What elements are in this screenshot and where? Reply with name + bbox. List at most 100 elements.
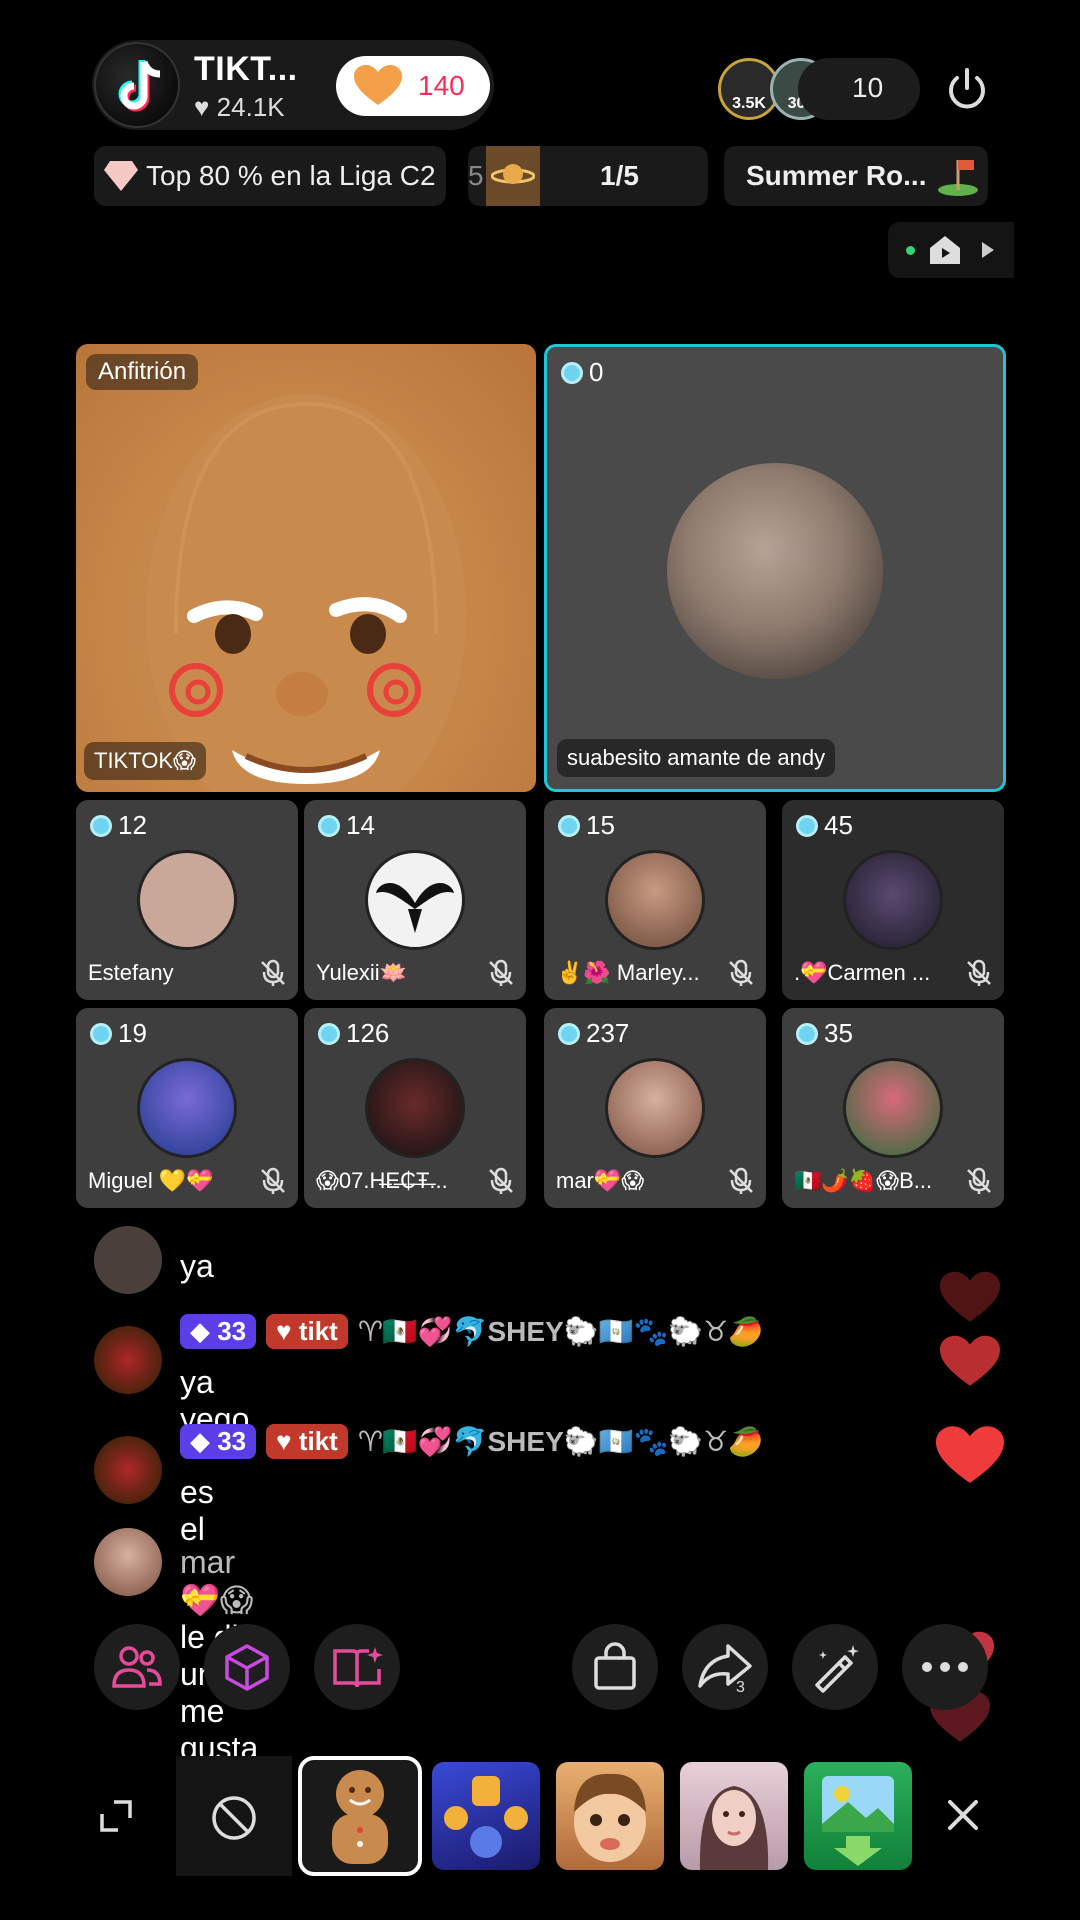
guest-score: 45 (824, 810, 853, 840)
mic-muted-icon (261, 1167, 285, 1194)
more-button[interactable] (902, 1624, 988, 1710)
diamond-icon (104, 161, 138, 191)
no-effect-icon (212, 1796, 256, 1840)
guest-avatar (137, 1058, 237, 1158)
fan-badge: ♥ tikt (266, 1314, 348, 1349)
guest-name: Yulexii🪷 (316, 960, 407, 985)
guest-score: 126 (346, 1018, 390, 1048)
like-event-user[interactable]: mar💝😱 (180, 1544, 253, 1618)
mic-muted-icon (489, 959, 513, 986)
effect-download[interactable] (804, 1762, 912, 1870)
no-effect-slot[interactable] (176, 1756, 292, 1876)
power-icon[interactable] (942, 64, 992, 114)
guest-main-score: 0 (589, 357, 604, 387)
mic-muted-icon (729, 959, 753, 986)
image-download-icon (822, 1776, 894, 1866)
gem-icon (796, 1022, 818, 1045)
shop-button[interactable] (572, 1624, 658, 1710)
people-icon (112, 1646, 162, 1688)
guest-avatar (843, 850, 943, 950)
heart-icon (354, 65, 402, 105)
guest-avatar (365, 1058, 465, 1158)
guest-tile[interactable]: 126 😱07.H̶E̶₵̶Ŧ̶... (304, 1008, 526, 1208)
like-button[interactable]: 140 (336, 56, 490, 116)
guest-score-box: 12 (90, 810, 147, 841)
chat-badges: ◆ 33 ♥ tikt ♈🇲🇽💞🐬SHEY🐑🇬🇹🐾🐑♉🥭 (180, 1424, 763, 1459)
guest-score-box: 237 (558, 1018, 629, 1049)
effect-lanterns[interactable] (432, 1762, 540, 1870)
effects-tray (0, 1756, 1080, 1876)
level-badge: ◆ 33 (180, 1314, 257, 1349)
chat-username[interactable]: ♈🇲🇽💞🐬SHEY🐑🇬🇹🐾🐑♉🥭 (358, 1425, 763, 1458)
host-avatar[interactable] (94, 42, 180, 128)
league-banner[interactable]: Top 80 % en la Liga C2 (94, 146, 446, 206)
lantern-icon (444, 1776, 528, 1858)
mic-muted-icon (261, 959, 285, 986)
gem-icon (561, 361, 583, 384)
guest-avatar (365, 850, 465, 950)
guests-button[interactable] (94, 1624, 180, 1710)
host-likes-count: 24.1K (216, 92, 285, 122)
effects-button[interactable] (204, 1624, 290, 1710)
cube-icon (225, 1644, 269, 1691)
fan-badge: ♥ tikt (266, 1424, 348, 1459)
event-banner[interactable]: Summer Ro... (724, 146, 988, 206)
guest-score-box: 15 (558, 810, 615, 841)
sparkle-book-icon (333, 1647, 383, 1688)
gem-icon (796, 814, 818, 837)
chat-avatar (94, 1326, 162, 1394)
expand-icon[interactable] (96, 1796, 136, 1836)
close-icon[interactable] (944, 1796, 982, 1834)
progress-banner[interactable]: 5 1/5 (468, 146, 708, 206)
cartoon-face-icon (574, 1773, 646, 1862)
play-icon[interactable] (980, 240, 996, 260)
effect-gingerbread[interactable] (298, 1756, 422, 1876)
guest-tile[interactable]: 14 Yulexii🪷 (304, 800, 526, 1000)
gem-icon (558, 814, 580, 837)
progress-value: 1/5 (600, 160, 639, 191)
level-value: 33 (217, 1426, 247, 1456)
effect-cartoon-face[interactable] (556, 1762, 664, 1870)
guest-tile[interactable]: 45 .💝Carmen ... (782, 800, 1004, 1000)
guest-avatar (137, 850, 237, 950)
guest-tile[interactable]: 237 mar💝😱 (544, 1008, 766, 1208)
gem-icon (318, 814, 340, 837)
guest-name: 🇲🇽🌶️🍓😱B... (794, 1168, 933, 1193)
guest-score-box: 35 (796, 1018, 853, 1049)
heart-icon (940, 1335, 1000, 1386)
level-value: 33 (217, 1316, 247, 1346)
guest-score: 14 (346, 810, 375, 840)
progress-prefix: 5 (468, 160, 484, 191)
guest-tile[interactable]: 15 ✌️🌺 Marley... (544, 800, 766, 1000)
host-name: TIKT... (194, 50, 298, 88)
guest-score-box: 126 (318, 1018, 389, 1049)
guest-main-tile[interactable]: 0 suabesito amante de andy (544, 344, 1006, 792)
portrait-icon (699, 1786, 769, 1870)
guest-name: mar💝😱 (556, 1168, 645, 1193)
effect-portrait[interactable] (680, 1762, 788, 1870)
guest-tile[interactable]: 12 Estefany (76, 800, 298, 1000)
chat-avatar (94, 1528, 162, 1596)
event-text: Summer Ro... (746, 160, 927, 191)
share-button[interactable]: 3 (682, 1624, 768, 1710)
host-video-tile[interactable]: Anfitrión TIKTOK😱 (76, 344, 536, 792)
mini-controls[interactable] (888, 222, 1014, 278)
ideas-button[interactable] (314, 1624, 400, 1710)
guest-score: 12 (118, 810, 147, 840)
planet-icon (486, 146, 540, 206)
chat-avatar (94, 1226, 162, 1294)
guest-avatar (843, 1058, 943, 1158)
golf-flag-icon (938, 160, 979, 196)
chat-avatar (94, 1436, 162, 1504)
chat-username[interactable]: ♈🇲🇽💞🐬SHEY🐑🇬🇹🐾🐑♉🥭 (358, 1315, 763, 1348)
chat-text: ya (180, 1248, 214, 1284)
guest-tile[interactable]: 19 Miguel 💛💝 (76, 1008, 298, 1208)
magic-button[interactable] (792, 1624, 878, 1710)
gem-icon (90, 814, 112, 837)
home-icon[interactable] (928, 234, 962, 266)
like-count: 140 (418, 70, 465, 101)
guest-avatar (605, 1058, 705, 1158)
guest-tile[interactable]: 35 🇲🇽🌶️🍓😱B... (782, 1008, 1004, 1208)
share-count: 3 (736, 1679, 745, 1694)
mic-muted-icon (729, 1167, 753, 1194)
